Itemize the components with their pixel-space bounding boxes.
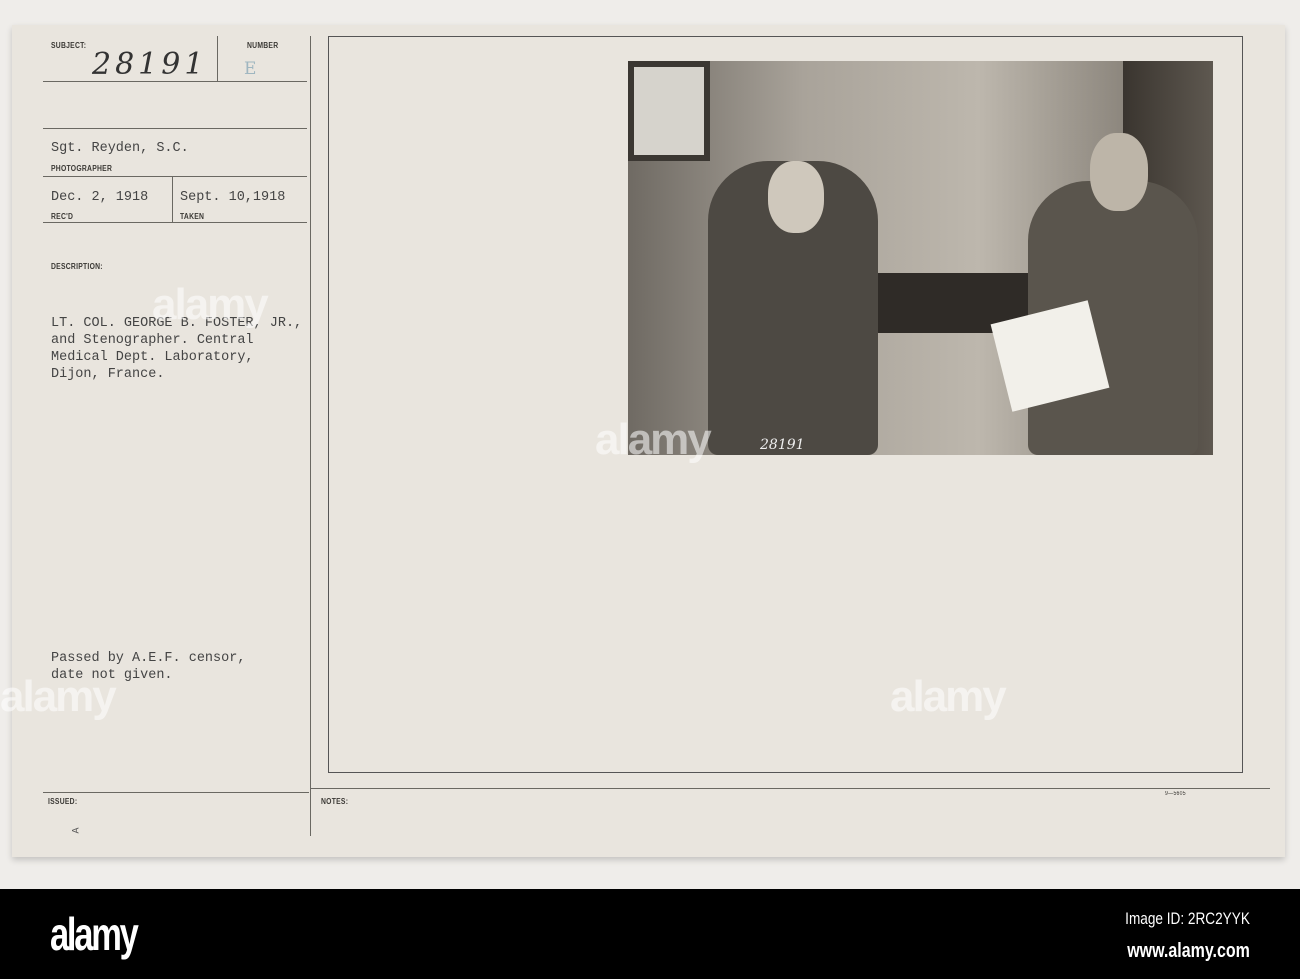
site-url[interactable]: www.alamy.com <box>1127 940 1250 962</box>
watermark: alamy <box>890 672 1007 721</box>
stenographer-head <box>768 161 824 233</box>
received-date: Dec. 2, 1918 <box>51 190 149 205</box>
received-label: REC'D <box>51 212 74 221</box>
subject-label: SUBJECT: <box>51 41 87 50</box>
window <box>628 61 710 161</box>
form-code: 9—5605 <box>1165 791 1186 797</box>
taken-date: Sept. 10,1918 <box>180 190 286 205</box>
alamy-logo: alamy <box>50 908 139 960</box>
number-label: NUMBER <box>247 41 279 50</box>
watermark: alamy <box>595 415 712 464</box>
subject-number: 28191 <box>92 47 208 82</box>
notes-label: NOTES: <box>321 797 349 806</box>
photographer-label: PHOTOGRAPHER <box>51 164 113 173</box>
corner-mark: A <box>71 827 83 834</box>
photographer-value: Sgt. Reyden, S.C. <box>51 141 189 156</box>
watermark: alamy <box>152 280 269 329</box>
number-value: E <box>244 59 257 79</box>
image-id: Image ID: 2RC2YYK <box>1125 909 1250 928</box>
footer-banner: alamy Image ID: 2RC2YYK www.alamy.com <box>0 889 1300 979</box>
watermark: alamy <box>0 672 117 721</box>
issued-label: ISSUED: <box>48 797 78 806</box>
officer-head <box>1090 133 1148 211</box>
taken-label: TAKEN <box>180 212 205 221</box>
description-label: DESCRIPTION: <box>51 262 103 271</box>
photograph: 28191 <box>628 61 1213 455</box>
photo-number: 28191 <box>760 437 805 453</box>
